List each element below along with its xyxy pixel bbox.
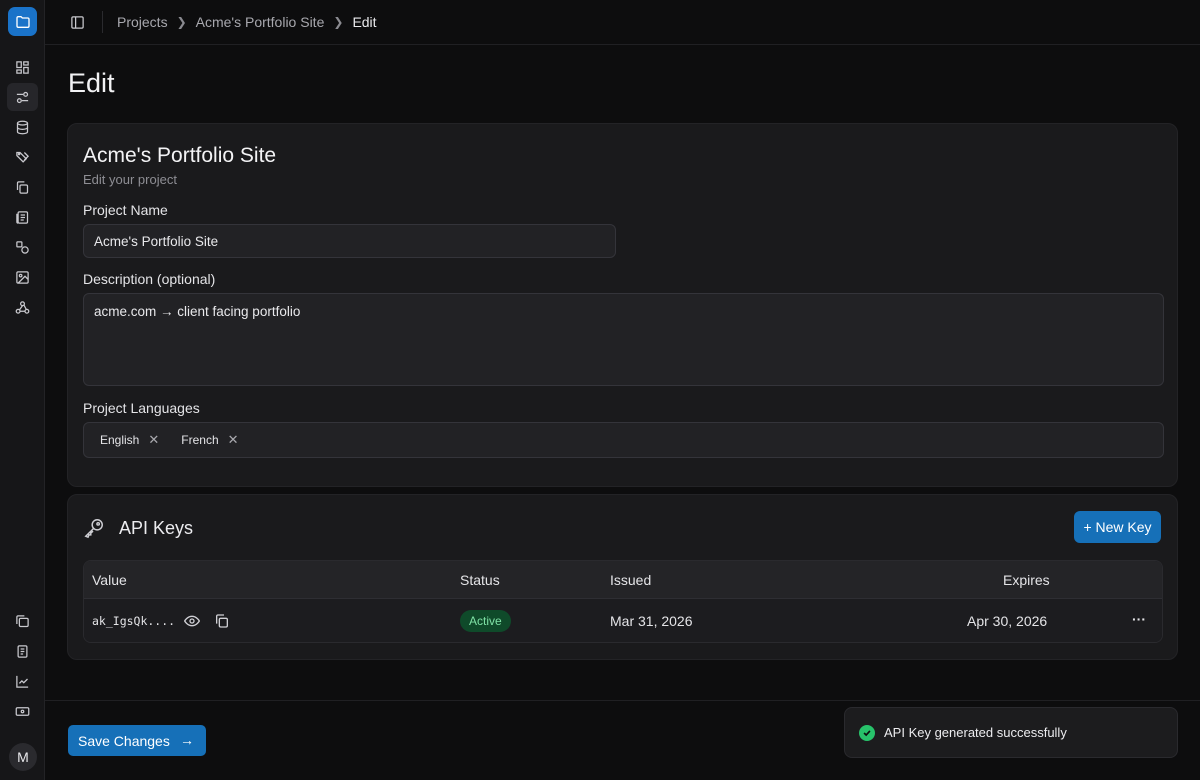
shapes-icon[interactable] [7,233,38,261]
project-subtitle: Edit your project [83,172,177,187]
sidebar-toggle-icon[interactable] [67,12,87,32]
api-keys-header: API Keys [83,517,193,539]
table-row: ak_IgsQk.... Active Mar 31, 2026 Apr 30,… [84,599,1162,642]
footer-divider [45,700,1200,701]
column-header: Issued [610,572,652,588]
chevron-right-icon: ❯ [176,15,187,29]
column-header: Value [92,572,127,588]
description-value: acme.com → client facing portfolio [94,304,301,319]
api-keys-table: Value Status Issued Expires ak_IgsQk....… [83,560,1163,643]
language-tag: French ✕ [181,432,238,448]
api-keys-title: API Keys [119,517,194,538]
check-circle-icon [859,724,875,741]
webhook-icon[interactable] [7,293,38,321]
issued-date: Mar 31, 2026 [610,613,693,629]
project-name-value: Acme's Portfolio Site [94,233,219,249]
language-tag-label: English [100,433,140,447]
breadcrumb-projects[interactable]: Projects [117,14,168,30]
divider [102,11,103,33]
breadcrumb-current: Edit [352,14,377,30]
arrow-right-icon: → [180,732,194,748]
more-options-icon[interactable]: ··· [1132,611,1146,627]
language-tag: English ✕ [100,432,159,448]
save-changes-button[interactable]: Save Changes → [68,725,206,756]
toast-notification: API Key generated successfully [844,707,1178,758]
chevron-right-icon: ❯ [333,15,344,29]
expires-date: Apr 30, 2026 [967,613,1048,629]
eye-icon[interactable] [184,613,200,629]
api-keys-card: API Keys + New Key Value Status Issued E… [67,494,1178,660]
status-badge: Active [460,610,511,632]
project-card: Acme's Portfolio Site Edit your project … [67,123,1178,487]
save-changes-label: Save Changes [78,732,170,749]
description-textarea[interactable]: acme.com → client facing portfolio [83,293,1164,386]
sidebar: M [0,0,45,780]
project-name-input[interactable]: Acme's Portfolio Site [83,224,616,258]
close-icon[interactable]: ✕ [148,432,159,448]
toast-message: API Key generated successfully [884,725,1067,740]
breadcrumb-project[interactable]: Acme's Portfolio Site [196,14,325,30]
language-tag-label: French [181,433,219,447]
dashboard-icon[interactable] [7,53,38,81]
newspaper-icon[interactable] [7,203,38,231]
page-title: Edit [68,68,115,98]
languages-label: Project Languages [83,400,200,416]
sliders-icon[interactable] [7,83,38,111]
table-header: Value Status Issued Expires [84,561,1162,599]
top-bar: Projects ❯ Acme's Portfolio Site ❯ Edit [45,0,1200,45]
image-icon[interactable] [7,263,38,291]
close-icon[interactable]: ✕ [228,432,239,448]
avatar[interactable]: M [9,743,37,771]
chart-icon[interactable] [7,667,38,695]
description-label: Description (optional) [83,271,216,287]
tags-icon[interactable] [7,143,38,171]
copy-icon[interactable] [214,613,230,629]
key-icon [84,519,103,539]
copy-icon[interactable] [7,173,38,201]
document-icon[interactable] [7,637,38,665]
new-key-button[interactable]: + New Key [1074,511,1161,543]
column-header: Status [460,572,500,588]
languages-input[interactable]: English ✕ French ✕ [83,422,1164,458]
billing-icon[interactable] [7,697,38,725]
key-value: ak_IgsQk.... [92,614,176,628]
column-header: Expires [1003,572,1050,588]
files-icon[interactable] [7,607,38,635]
project-name-label: Project Name [83,202,168,218]
folder-icon[interactable] [8,7,37,36]
project-title: Acme's Portfolio Site [83,144,277,167]
database-icon[interactable] [7,113,38,141]
